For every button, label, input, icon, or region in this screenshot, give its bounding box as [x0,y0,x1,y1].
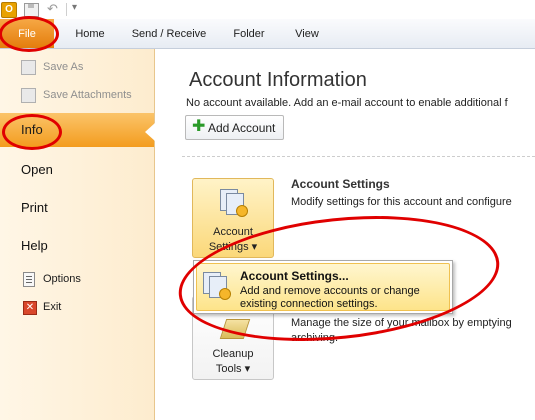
tab-view[interactable]: View [287,19,327,48]
save-as-command[interactable]: Save As [0,56,154,80]
save-as-label: Save As [43,61,84,73]
account-settings-menu-item[interactable]: Account Settings... Add and remove accou… [196,263,450,311]
nav-item-open[interactable]: Open [21,162,175,177]
account-settings-menu-icon [201,270,231,300]
menu-item-desc-2: existing connection settings. [240,298,378,310]
options-label: Options [43,273,81,285]
quick-access-toolbar: O ↶ ▾ [0,0,535,19]
tab-file[interactable]: File [0,19,54,48]
add-account-button[interactable]: ✚ Add Account [185,115,284,140]
cleanup-description-2: archiving. [291,332,339,344]
add-icon: ✚ [192,118,206,135]
add-account-label: Add Account [208,121,276,135]
account-settings-icon [218,187,248,217]
account-settings-label-2: Settings ▾ [208,241,258,253]
menu-item-desc-1: Add and remove accounts or change [240,285,420,297]
section-divider [182,156,535,157]
menu-item-title: Account Settings... [240,269,349,283]
save-icon[interactable] [24,3,39,17]
exit-label: Exit [43,301,62,313]
nav-item-info-label: Info [21,122,43,137]
account-settings-heading: Account Settings [291,177,390,191]
tab-folder[interactable]: Folder [226,19,272,48]
tab-home[interactable]: Home [70,19,110,48]
cleanup-tools-icon [219,319,251,339]
account-settings-menu: Account Settings... Add and remove accou… [193,260,453,314]
no-account-message: No account available. Add an e-mail acco… [186,97,508,109]
undo-icon[interactable]: ↶ [47,1,58,17]
customize-qat-icon[interactable]: ▾ [72,2,77,13]
nav-item-info[interactable]: Info [0,113,154,147]
save-attachments-command[interactable]: Save Attachments [0,84,154,108]
save-attachments-icon [21,88,36,103]
toolbar-separator [66,3,67,16]
nav-item-help[interactable]: Help [21,238,175,253]
tab-send-receive[interactable]: Send / Receive [126,19,212,48]
cleanup-description: Manage the size of your mailbox by empty… [291,317,512,329]
backstage-nav: Save As Save Attachments Info Open Print… [0,49,155,420]
selection-pointer [145,123,155,141]
ribbon-tabs: File Home Send / Receive Folder View [0,19,535,49]
save-as-icon [21,60,36,75]
cleanup-tools-label-1: Cleanup [212,348,254,360]
page-title: Account Information [189,69,367,91]
account-settings-label-1: Account [213,226,253,238]
outlook-icon[interactable]: O [1,2,17,18]
save-attachments-label: Save Attachments [43,89,132,101]
exit-icon: ✕ [23,301,37,315]
nav-item-print[interactable]: Print [21,200,175,215]
cleanup-tools-label-2: Tools ▾ [215,363,251,375]
exit-command[interactable]: ✕ Exit [0,296,154,320]
account-settings-description: Modify settings for this account and con… [291,196,512,208]
options-command[interactable]: Options [0,268,154,292]
account-settings-button[interactable]: Account Settings ▾ [192,178,274,258]
options-icon [23,272,35,287]
